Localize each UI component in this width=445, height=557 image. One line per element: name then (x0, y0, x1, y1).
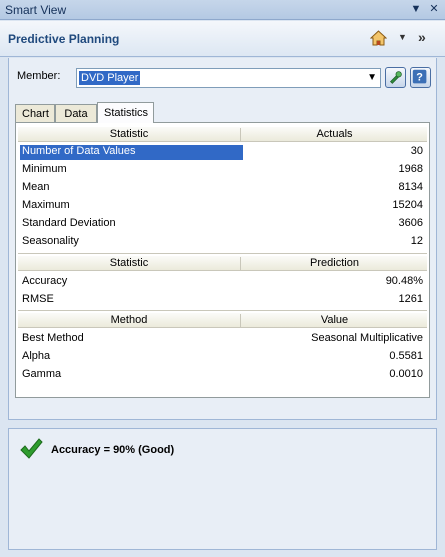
window-title: Smart View (5, 3, 67, 17)
close-icon[interactable]: ✕ (427, 2, 441, 16)
row-value: 3606 (398, 217, 423, 229)
checkmark-icon (20, 438, 43, 459)
pane-menu-dropdown-icon[interactable]: ▼ (409, 2, 423, 16)
prediction-header: Statistic Prediction (18, 256, 427, 271)
help-button[interactable]: ? (410, 67, 431, 88)
column-header-statistic: Statistic (18, 128, 241, 141)
table-row[interactable]: Maximum 15204 (18, 197, 427, 214)
row-value: 12 (410, 235, 423, 247)
row-value: 1261 (398, 293, 423, 305)
section-divider (18, 253, 427, 254)
row-label: Maximum (22, 199, 70, 211)
table-row[interactable]: Alpha 0.5581 (18, 348, 427, 365)
more-chevrons-icon[interactable]: » (418, 29, 426, 45)
table-row[interactable]: Seasonality 12 (18, 233, 427, 250)
chevron-down-icon[interactable]: ▼ (367, 72, 377, 83)
table-row[interactable]: RMSE 1261 (18, 291, 427, 308)
panel-header: Predictive Planning ▼ » (0, 21, 445, 57)
member-picker-icon (390, 71, 402, 84)
row-label: Standard Deviation (22, 217, 116, 229)
row-label: Mean (22, 181, 50, 193)
table-row[interactable]: Standard Deviation 3606 (18, 215, 427, 232)
row-label: Seasonality (22, 235, 79, 247)
row-label: Alpha (22, 350, 51, 362)
column-header-prediction: Prediction (310, 257, 359, 269)
section-divider (18, 310, 427, 311)
row-label: Number of Data Values (20, 145, 243, 160)
row-label: Minimum (22, 163, 67, 175)
tab-label: Statistics (104, 107, 149, 119)
home-icon[interactable] (370, 30, 387, 47)
row-value: 8134 (398, 181, 423, 193)
accuracy-message: Accuracy = 90% (Good) (51, 444, 175, 456)
table-row[interactable]: Best Method Seasonal Multiplicative (18, 330, 427, 347)
member-select[interactable]: DVD Player ▼ (76, 68, 381, 88)
row-value: 15204 (392, 199, 423, 211)
column-header-statistic: Statistic (18, 257, 241, 270)
row-value: 0.0010 (389, 368, 423, 380)
row-label: Gamma (22, 368, 62, 380)
table-row[interactable]: Number of Data Values 30 (18, 143, 427, 160)
row-label: Best Method (22, 332, 84, 344)
method-header: Method Value (18, 313, 427, 328)
tab-label: Data (64, 108, 88, 120)
tab-data[interactable]: Data (55, 104, 97, 123)
window-titlebar: Smart View ▼ ✕ (0, 0, 445, 20)
row-label: Accuracy (22, 275, 68, 287)
page-title: Predictive Planning (8, 32, 120, 46)
column-header-method: Method (18, 314, 241, 327)
tab-statistics[interactable]: Statistics (97, 102, 154, 123)
tab-label: Chart (22, 108, 49, 120)
statistics-grid: Statistic Actuals Number of Data Values … (15, 122, 430, 398)
column-header-value: Value (320, 314, 349, 326)
help-icon: ? (412, 69, 427, 84)
member-select-value: DVD Player (79, 71, 141, 85)
row-value: Seasonal Multiplicative (311, 332, 423, 344)
predictive-planning-panel: Member: DVD Player ▼ ? Chart Data Statis… (8, 58, 437, 420)
row-label: RMSE (22, 293, 54, 305)
row-value: 0.5581 (389, 350, 423, 362)
member-label: Member: (17, 70, 61, 82)
tab-chart[interactable]: Chart (15, 104, 55, 123)
header-menu-dropdown-icon[interactable]: ▼ (398, 32, 407, 42)
actuals-header: Statistic Actuals (18, 127, 427, 142)
table-row[interactable]: Gamma 0.0010 (18, 366, 427, 383)
table-row[interactable]: Accuracy 90.48% (18, 273, 427, 290)
table-row[interactable]: Mean 8134 (18, 179, 427, 196)
member-selection-button[interactable] (385, 67, 406, 88)
table-row[interactable]: Minimum 1968 (18, 161, 427, 178)
svg-text:?: ? (416, 72, 423, 84)
row-value: 1968 (398, 163, 423, 175)
accuracy-result-panel: Accuracy = 90% (Good) (8, 428, 437, 550)
column-header-actuals: Actuals (316, 128, 353, 140)
row-value: 90.48% (385, 275, 423, 287)
row-value: 30 (410, 145, 423, 157)
